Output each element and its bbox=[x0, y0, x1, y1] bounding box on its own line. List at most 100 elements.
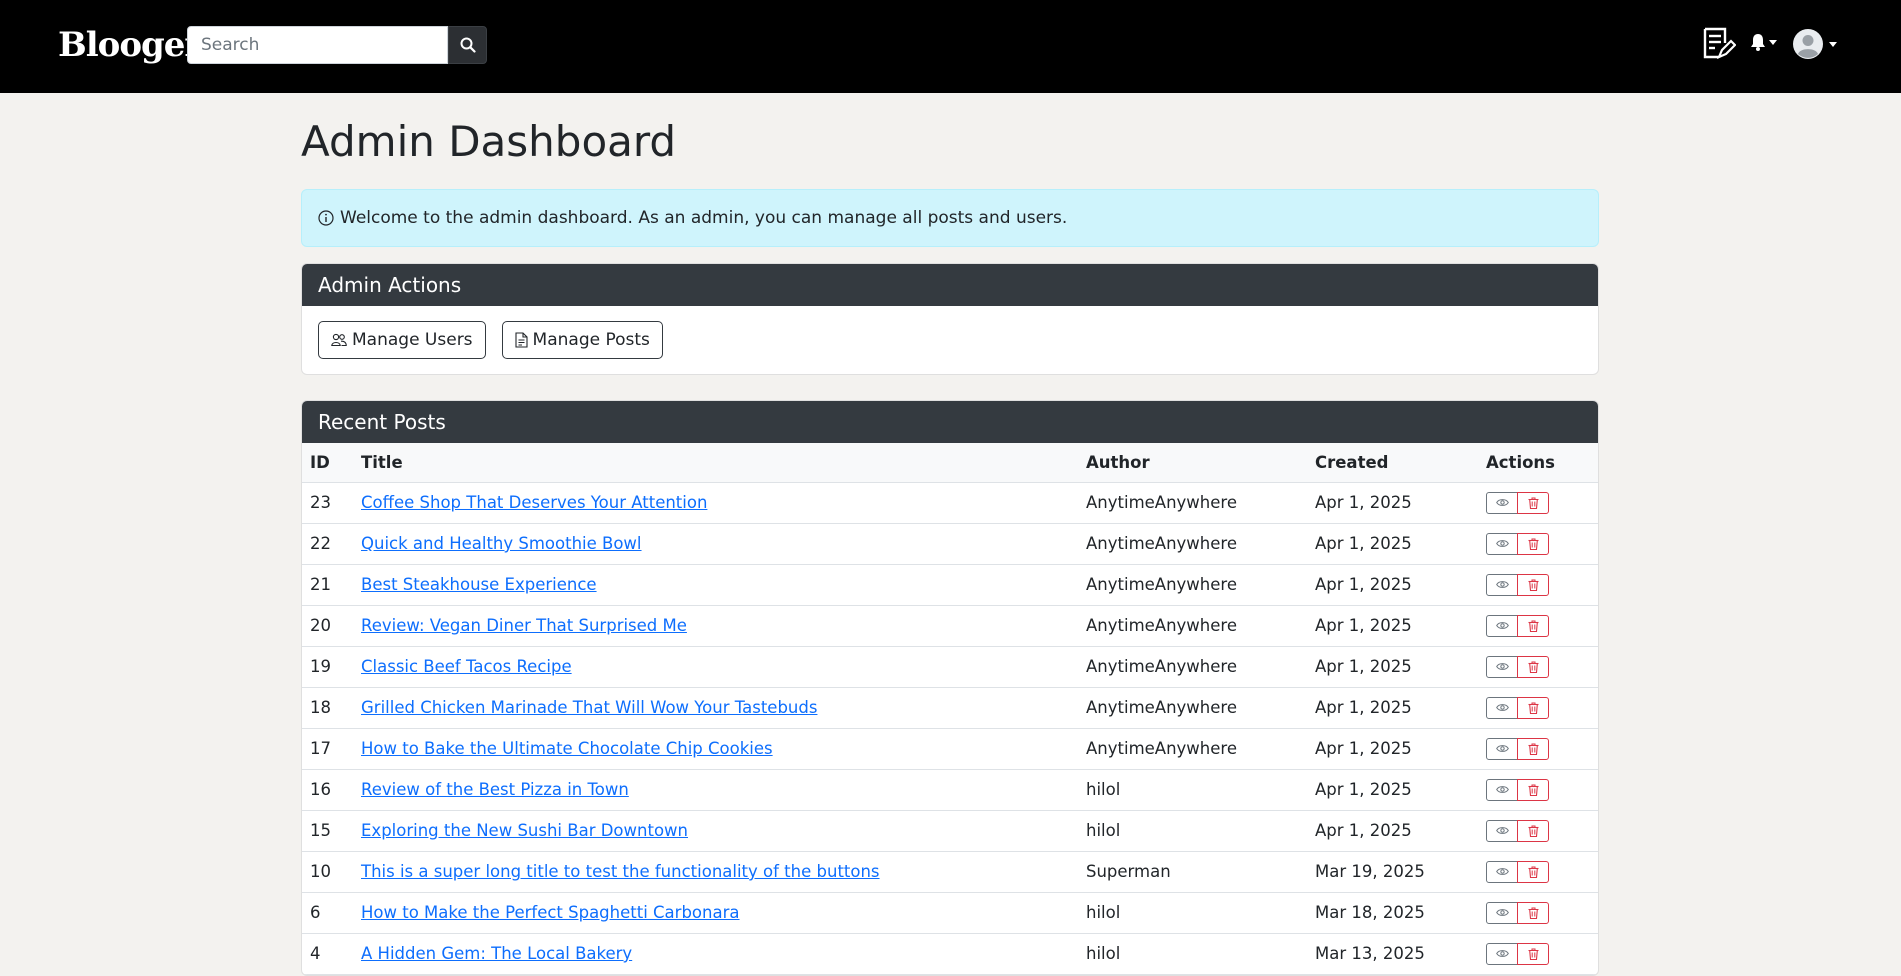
post-created: Mar 13, 2025 bbox=[1307, 933, 1478, 975]
post-title-link[interactable]: Grilled Chicken Marinade That Will Wow Y… bbox=[361, 698, 817, 717]
table-row: 17 How to Bake the Ultimate Chocolate Ch… bbox=[302, 728, 1598, 770]
bell-icon bbox=[1751, 34, 1765, 51]
delete-post-button[interactable] bbox=[1517, 737, 1549, 760]
search-input[interactable] bbox=[187, 26, 448, 64]
trash-icon bbox=[1528, 579, 1538, 591]
post-id: 4 bbox=[302, 933, 353, 975]
view-post-button[interactable] bbox=[1486, 901, 1518, 924]
post-id: 6 bbox=[302, 892, 353, 934]
posts-table-body: 23 Coffee Shop That Deserves Your Attent… bbox=[302, 482, 1598, 975]
avatar-icon bbox=[1793, 29, 1823, 59]
eye-icon bbox=[1495, 540, 1509, 547]
user-menu-dropdown[interactable] bbox=[1793, 29, 1837, 59]
post-title-link[interactable]: Review: Vegan Diner That Surprised Me bbox=[361, 616, 687, 635]
search-icon bbox=[460, 37, 476, 53]
table-row: 23 Coffee Shop That Deserves Your Attent… bbox=[302, 482, 1598, 524]
top-navbar: Blooger. bbox=[0, 0, 1901, 93]
post-title-link[interactable]: Quick and Healthy Smoothie Bowl bbox=[361, 534, 642, 553]
manage-posts-label: Manage Posts bbox=[532, 330, 650, 350]
trash-icon bbox=[1528, 661, 1538, 673]
post-title-link[interactable]: How to Make the Perfect Spaghetti Carbon… bbox=[361, 903, 740, 922]
post-title-link[interactable]: Coffee Shop That Deserves Your Attention bbox=[361, 493, 707, 512]
delete-post-button[interactable] bbox=[1517, 491, 1549, 514]
view-post-button[interactable] bbox=[1486, 819, 1518, 842]
delete-post-button[interactable] bbox=[1517, 696, 1549, 719]
table-header-row: ID Title Author Created Actions bbox=[302, 443, 1598, 483]
delete-post-button[interactable] bbox=[1517, 942, 1549, 965]
delete-post-button[interactable] bbox=[1517, 778, 1549, 801]
view-post-button[interactable] bbox=[1486, 696, 1518, 719]
column-header-author: Author bbox=[1078, 443, 1307, 483]
table-row: 16 Review of the Best Pizza in Town hilo… bbox=[302, 769, 1598, 811]
post-author: AnytimeAnywhere bbox=[1078, 482, 1307, 524]
post-author: hilol bbox=[1078, 810, 1307, 852]
post-created: Apr 1, 2025 bbox=[1307, 646, 1478, 688]
post-author: AnytimeAnywhere bbox=[1078, 523, 1307, 565]
view-post-button[interactable] bbox=[1486, 573, 1518, 596]
post-created: Apr 1, 2025 bbox=[1307, 605, 1478, 647]
view-post-button[interactable] bbox=[1486, 942, 1518, 965]
trash-icon bbox=[1528, 825, 1538, 837]
info-alert: Welcome to the admin dashboard. As an ad… bbox=[301, 189, 1599, 247]
admin-actions-header: Admin Actions bbox=[302, 264, 1598, 306]
post-title-link[interactable]: How to Bake the Ultimate Chocolate Chip … bbox=[361, 739, 773, 758]
trash-icon bbox=[1528, 784, 1538, 796]
eye-icon bbox=[1495, 704, 1509, 711]
trash-icon bbox=[1528, 743, 1538, 755]
post-created: Apr 1, 2025 bbox=[1307, 728, 1478, 770]
write-post-icon[interactable] bbox=[1700, 26, 1737, 66]
table-row: 20 Review: Vegan Diner That Surprised Me… bbox=[302, 605, 1598, 647]
trash-icon bbox=[1528, 620, 1538, 632]
post-created: Apr 1, 2025 bbox=[1307, 564, 1478, 606]
post-author: AnytimeAnywhere bbox=[1078, 646, 1307, 688]
manage-users-button[interactable]: Manage Users bbox=[318, 321, 486, 359]
post-title-link[interactable]: Best Steakhouse Experience bbox=[361, 575, 597, 594]
delete-post-button[interactable] bbox=[1517, 573, 1549, 596]
search-button[interactable] bbox=[448, 26, 487, 64]
trash-icon bbox=[1528, 702, 1538, 714]
post-id: 16 bbox=[302, 769, 353, 811]
view-post-button[interactable] bbox=[1486, 491, 1518, 514]
view-post-button[interactable] bbox=[1486, 655, 1518, 678]
main-content: Admin Dashboard Welcome to the admin das… bbox=[301, 93, 1599, 976]
alert-text: Welcome to the admin dashboard. As an ad… bbox=[340, 208, 1068, 228]
post-title-link[interactable]: A Hidden Gem: The Local Bakery bbox=[361, 944, 632, 963]
post-title-link[interactable]: This is a super long title to test the f… bbox=[361, 862, 880, 881]
post-id: 21 bbox=[302, 564, 353, 606]
post-author: hilol bbox=[1078, 769, 1307, 811]
table-row: 22 Quick and Healthy Smoothie Bowl Anyti… bbox=[302, 523, 1598, 565]
search-form bbox=[187, 26, 487, 64]
delete-post-button[interactable] bbox=[1517, 819, 1549, 842]
post-title-link[interactable]: Exploring the New Sushi Bar Downtown bbox=[361, 821, 688, 840]
page-title: Admin Dashboard bbox=[301, 117, 677, 166]
table-row: 19 Classic Beef Tacos Recipe AnytimeAnyw… bbox=[302, 646, 1598, 688]
delete-post-button[interactable] bbox=[1517, 614, 1549, 637]
post-id: 22 bbox=[302, 523, 353, 565]
column-header-id: ID bbox=[302, 443, 353, 483]
view-post-button[interactable] bbox=[1486, 860, 1518, 883]
post-title-link[interactable]: Review of the Best Pizza in Town bbox=[361, 780, 629, 799]
trash-icon bbox=[1528, 948, 1538, 960]
view-post-button[interactable] bbox=[1486, 737, 1518, 760]
view-post-button[interactable] bbox=[1486, 614, 1518, 637]
eye-icon bbox=[1495, 622, 1509, 629]
post-author: AnytimeAnywhere bbox=[1078, 605, 1307, 647]
post-created: Mar 18, 2025 bbox=[1307, 892, 1478, 934]
column-header-created: Created bbox=[1307, 443, 1478, 483]
post-created: Apr 1, 2025 bbox=[1307, 769, 1478, 811]
table-row: 15 Exploring the New Sushi Bar Downtown … bbox=[302, 810, 1598, 852]
post-created: Apr 1, 2025 bbox=[1307, 523, 1478, 565]
post-id: 17 bbox=[302, 728, 353, 770]
manage-posts-button[interactable]: Manage Posts bbox=[501, 321, 663, 359]
delete-post-button[interactable] bbox=[1517, 532, 1549, 555]
delete-post-button[interactable] bbox=[1517, 860, 1549, 883]
view-post-button[interactable] bbox=[1486, 778, 1518, 801]
post-title-link[interactable]: Classic Beef Tacos Recipe bbox=[361, 657, 572, 676]
view-post-button[interactable] bbox=[1486, 532, 1518, 555]
post-author: AnytimeAnywhere bbox=[1078, 687, 1307, 729]
column-header-actions: Actions bbox=[1478, 443, 1598, 483]
notifications-dropdown[interactable] bbox=[1750, 33, 1777, 51]
delete-post-button[interactable] bbox=[1517, 655, 1549, 678]
eye-icon bbox=[1495, 745, 1509, 752]
delete-post-button[interactable] bbox=[1517, 901, 1549, 924]
